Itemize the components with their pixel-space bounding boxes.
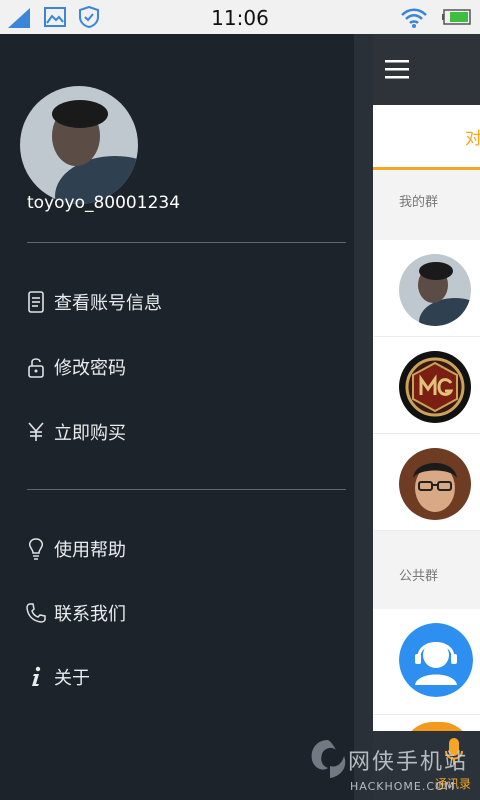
drawer-edge	[354, 34, 373, 800]
menu-item-label: 关于	[54, 668, 90, 689]
menu-item-account-info[interactable]: 查看账号信息	[24, 282, 162, 322]
group-row[interactable]	[373, 434, 480, 531]
phone-icon	[24, 601, 48, 625]
yen-icon	[24, 420, 48, 444]
section-header-my-groups: 我的群	[373, 170, 480, 240]
drawer-divider	[27, 242, 346, 243]
tab-bar: 对	[373, 105, 480, 170]
watermark: 网侠手机站 HACKHOME.COM	[308, 738, 480, 800]
group-row[interactable]	[373, 337, 480, 434]
main-screen: 对 我的群 公共群	[373, 34, 480, 800]
menu-item-label: 联系我们	[54, 604, 126, 625]
menu-item-label: 立即购买	[54, 423, 126, 444]
menu-item-help[interactable]: 使用帮助	[24, 529, 126, 569]
group-avatar	[399, 448, 471, 520]
group-row[interactable]	[373, 609, 480, 715]
username: toyoyo_80001234	[27, 193, 181, 213]
status-bar: 11:06	[0, 0, 480, 34]
menu-item-label: 修改密码	[54, 358, 126, 379]
section-label: 我的群	[399, 195, 439, 210]
lightbulb-icon	[24, 537, 48, 561]
wifi-icon	[401, 8, 427, 28]
group-avatar	[399, 254, 471, 326]
tab-label[interactable]: 对	[465, 124, 480, 149]
info-icon	[24, 665, 48, 689]
top-bar	[373, 34, 480, 105]
id-card-icon	[24, 290, 48, 314]
menu-item-buy-now[interactable]: 立即购买	[24, 412, 126, 452]
menu-item-change-password[interactable]: 修改密码	[24, 347, 126, 387]
group-avatar	[399, 623, 473, 697]
group-row[interactable]	[373, 240, 480, 337]
unlock-icon	[24, 355, 48, 379]
group-avatar	[399, 351, 471, 423]
drawer-divider	[27, 489, 346, 490]
watermark-text: 网侠手机站	[348, 750, 469, 775]
menu-item-label: 使用帮助	[54, 540, 126, 561]
menu-item-about[interactable]: 关于	[24, 657, 90, 697]
user-avatar[interactable]	[20, 86, 138, 204]
watermark-subtext: HACKHOME.COM	[350, 780, 456, 793]
menu-item-label: 查看账号信息	[54, 293, 162, 314]
hamburger-menu-icon[interactable]	[385, 58, 409, 80]
section-label: 公共群	[399, 569, 439, 584]
battery-icon	[442, 9, 471, 25]
watermark-logo-icon	[311, 740, 346, 778]
section-header-public-groups: 公共群	[373, 531, 480, 609]
menu-item-contact-us[interactable]: 联系我们	[24, 593, 126, 633]
